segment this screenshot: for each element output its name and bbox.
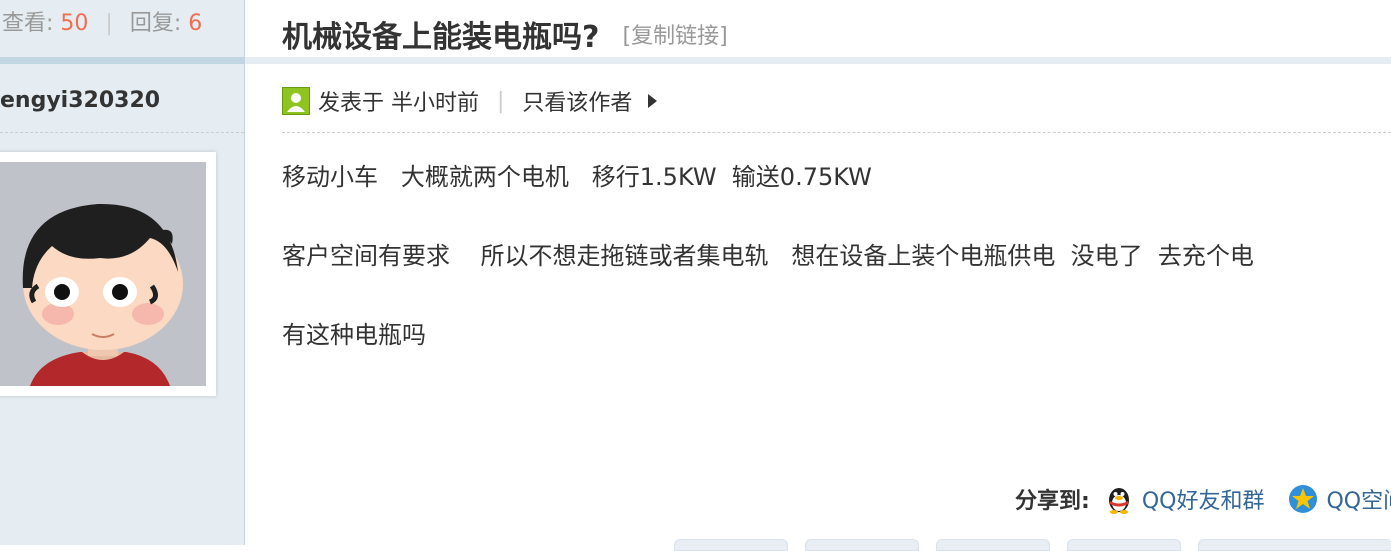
header-band (245, 57, 1391, 64)
triangle-right-icon[interactable] (648, 94, 658, 108)
post-body-line: 移动小车 大概就两个电机 移行1.5KW 输送0.75KW (282, 163, 872, 191)
action-tab[interactable] (805, 539, 919, 551)
qzone-star-icon (1289, 485, 1318, 513)
share-bar: 分享到: QQ好友和群 QQ空间 (1015, 484, 1391, 514)
post-body-line: 客户空间有要求 所以不想走拖链或者集电轨 想在设备上装个电瓶供电 没电了 去充个… (282, 242, 1254, 270)
share-qq-friends[interactable]: QQ好友和群 (1104, 483, 1265, 515)
thread-stats: 查看: 50 | 回复: 6 (2, 10, 202, 38)
cartoon-avatar-icon (0, 162, 206, 386)
author-divider (0, 132, 244, 133)
author-sidebar: 查看: 50 | 回复: 6 engyi320320 (0, 0, 245, 545)
sidebar-band (0, 57, 244, 64)
user-online-icon (282, 87, 310, 115)
stats-separator: | (105, 11, 113, 36)
post-body-line: 有这种电瓶吗 (282, 321, 426, 349)
meta-divider (282, 132, 1391, 133)
action-tab[interactable] (1067, 539, 1181, 551)
views-count: 50 (60, 11, 89, 36)
share-qzone-label: QQ空间 (1326, 489, 1391, 514)
post-meta: 发表于 半小时前 | 只看该作者 (282, 85, 658, 117)
meta-separator: | (497, 88, 505, 114)
author-username[interactable]: engyi320320 (0, 88, 160, 113)
thread-title: 机械设备上能装电瓶吗? (282, 20, 600, 55)
action-tab[interactable] (1198, 539, 1391, 551)
share-qq-friends-label: QQ好友和群 (1141, 489, 1265, 514)
qq-penguin-icon (1108, 488, 1129, 514)
avatar[interactable] (0, 152, 216, 396)
replies-label: 回复: (129, 11, 182, 36)
action-tab[interactable] (674, 539, 788, 551)
only-author-link[interactable]: 只看该作者 (522, 85, 632, 117)
replies-count: 6 (188, 11, 203, 36)
views-label: 查看: (2, 11, 54, 36)
action-tab[interactable] (936, 539, 1050, 551)
share-label: 分享到: (1015, 489, 1090, 514)
copy-link-button[interactable]: [复制链接] (623, 24, 728, 49)
share-qzone[interactable]: QQ空间 (1288, 483, 1391, 515)
thread-header: 机械设备上能装电瓶吗? [复制链接] (282, 12, 728, 56)
post-time: 发表于 半小时前 (318, 91, 479, 116)
